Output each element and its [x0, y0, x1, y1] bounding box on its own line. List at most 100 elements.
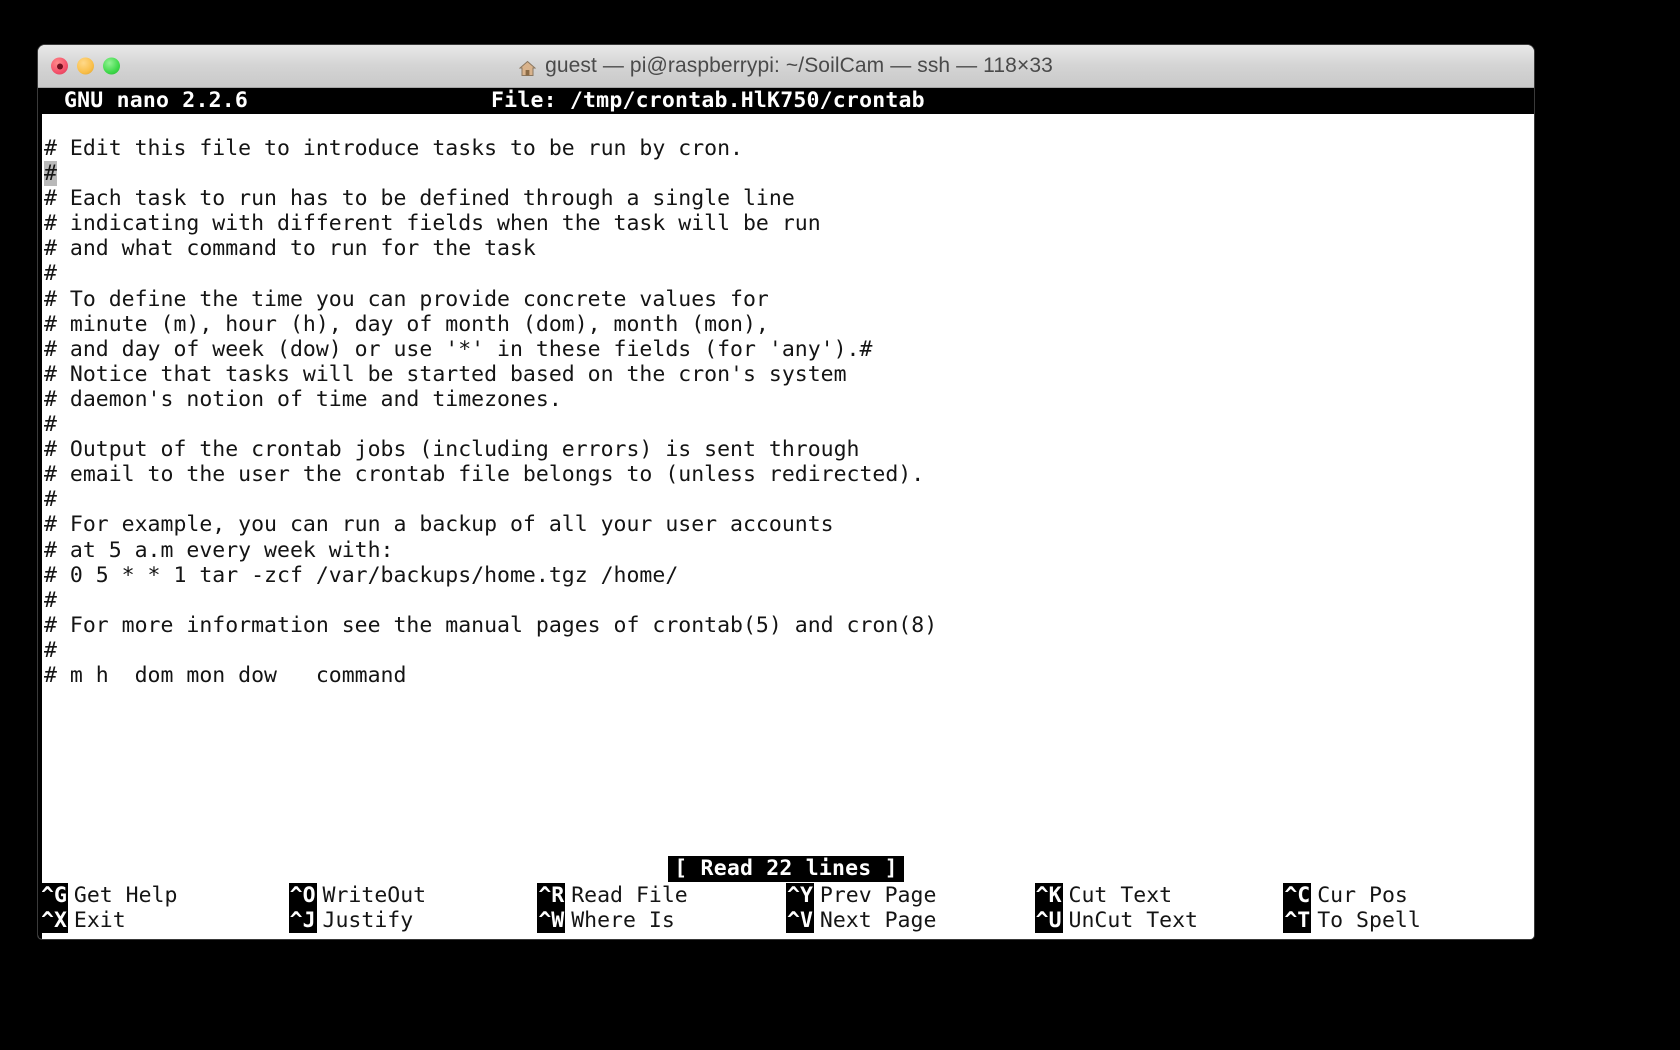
shortcut-to-spell[interactable]: ^T To Spell — [1283, 907, 1532, 933]
shortcut-column: ^O WriteOut ^J Justify — [288, 882, 538, 933]
nano-status-message: [ Read 22 lines ] — [668, 855, 904, 882]
editor-line-text: # Output of the crontab jobs (including … — [44, 437, 860, 463]
shortcut-read-file[interactable]: ^R Read File — [537, 882, 786, 908]
window-title: guest — pi@raspberrypi: ~/SoilCam — ssh … — [518, 54, 1053, 78]
editor-line-text: # For example, you can run a backup of a… — [44, 512, 834, 538]
editor-line: # email to the user the crontab file bel… — [42, 462, 1534, 487]
nano-shortcut-bar: ^G Get Help ^X Exit ^O WriteOut ^J Justi… — [38, 882, 1534, 939]
shortcut-justify[interactable]: ^J Justify — [288, 907, 538, 933]
editor-line: # Notice that tasks will be started base… — [42, 362, 1534, 387]
shortcut-label: Get Help — [73, 882, 178, 908]
editor-line-text: # and what command to run for the task — [44, 236, 536, 262]
editor-line-text: # — [44, 587, 57, 613]
shortcut-key: ^T — [1283, 907, 1312, 933]
nano-file-label: File: /tmp/crontab.HlK750/crontab — [491, 88, 925, 113]
shortcut-key: ^X — [40, 907, 68, 933]
shortcut-where-is[interactable]: ^W Where Is — [537, 907, 786, 933]
shortcut-label: Read File — [571, 882, 688, 908]
shortcut-column: ^G Get Help ^X Exit — [40, 882, 289, 933]
shortcut-key: ^O — [288, 882, 317, 908]
shortcut-key: ^R — [537, 882, 566, 908]
shortcut-column: ^K Cut Text ^U UnCut Text — [1034, 882, 1284, 933]
shortcut-label: To Spell — [1317, 907, 1421, 933]
shortcut-writeout[interactable]: ^O WriteOut — [288, 882, 538, 908]
editor-line: # minute (m), hour (h), day of month (do… — [42, 312, 1534, 337]
editor-line: # m h dom mon dow command — [42, 663, 1534, 688]
editor-line-text: # 0 5 * * 1 tar -zcf /var/backups/home.t… — [44, 562, 679, 588]
editor-line-text: # at 5 a.m every week with: — [44, 537, 394, 563]
shortcut-exit[interactable]: ^X Exit — [40, 907, 289, 933]
shortcut-key: ^K — [1034, 882, 1063, 908]
editor-line-text: # and day of week (dow) or use '*' in th… — [44, 336, 873, 362]
window-controls — [51, 57, 120, 75]
editor-line: # For example, you can run a backup of a… — [42, 512, 1534, 537]
editor-line-text: # For more information see the manual pa… — [44, 612, 938, 638]
text-cursor: # — [44, 161, 57, 187]
editor-line: # — [42, 261, 1534, 286]
window-title-text: guest — pi@raspberrypi: ~/SoilCam — ssh … — [545, 54, 1053, 77]
terminal-window: guest — pi@raspberrypi: ~/SoilCam — ssh … — [38, 45, 1534, 939]
shortcut-label: Prev Page — [819, 882, 937, 908]
shortcut-column: ^Y Prev Page ^V Next Page — [786, 882, 1035, 933]
shortcut-label: Next Page — [819, 907, 937, 933]
shortcut-label: Cut Text — [1068, 882, 1173, 908]
nano-version-label: GNU nano 2.2.6 — [64, 88, 249, 113]
nano-header-bar: GNU nano 2.2.6 File: /tmp/crontab.HlK750… — [38, 88, 1534, 114]
editor-line: # — [42, 487, 1534, 512]
shortcut-label: Where Is — [571, 907, 675, 933]
editor-line-text: # daemon's notion of time and timezones. — [44, 386, 562, 412]
editor-line: # For more information see the manual pa… — [42, 613, 1534, 638]
editor-line: # daemon's notion of time and timezones. — [42, 387, 1534, 412]
editor-line: # at 5 a.m every week with: — [42, 538, 1534, 563]
shortcut-column: ^C Cur Pos ^T To Spell — [1283, 882, 1532, 933]
editor-line: # Each task to run has to be defined thr… — [42, 186, 1534, 211]
editor-line-text: # — [44, 487, 57, 513]
editor-line: # — [42, 412, 1534, 437]
nano-editor-area[interactable]: # Edit this file to introduce tasks to b… — [38, 114, 1534, 855]
window-titlebar[interactable]: guest — pi@raspberrypi: ~/SoilCam — ssh … — [38, 45, 1534, 88]
close-button[interactable] — [51, 57, 68, 75]
editor-line-text: # Notice that tasks will be started base… — [44, 361, 847, 387]
home-icon — [518, 59, 537, 76]
editor-line-text: # To define the time you can provide con… — [44, 286, 769, 312]
shortcut-key: ^G — [40, 882, 68, 908]
maximize-button[interactable] — [103, 57, 120, 75]
editor-line-text: # Edit this file to introduce tasks to b… — [44, 136, 743, 161]
editor-line-text: # — [44, 412, 57, 438]
editor-line: # — [42, 638, 1534, 663]
editor-line-text: # minute (m), hour (h), day of month (do… — [44, 311, 769, 337]
shortcut-label: Exit — [73, 907, 126, 933]
shortcut-cur-pos[interactable]: ^C Cur Pos — [1283, 882, 1532, 908]
shortcut-key: ^J — [288, 907, 317, 933]
editor-line: # and what command to run for the task — [42, 236, 1534, 261]
editor-line-cursor: # — [42, 161, 1534, 187]
shortcut-key: ^Y — [786, 882, 814, 908]
editor-line: # 0 5 * * 1 tar -zcf /var/backups/home.t… — [42, 563, 1534, 588]
editor-line: # Edit this file to introduce tasks to b… — [42, 136, 1534, 161]
editor-line-text: # indicating with different fields when … — [44, 211, 821, 237]
editor-line: # To define the time you can provide con… — [42, 287, 1534, 312]
shortcut-key: ^V — [786, 907, 814, 933]
shortcut-key: ^U — [1034, 907, 1063, 933]
editor-line-text: # m h dom mon dow command — [44, 662, 407, 688]
editor-line: # — [42, 588, 1534, 613]
terminal-content[interactable]: GNU nano 2.2.6 File: /tmp/crontab.HlK750… — [38, 88, 1534, 939]
shortcut-label: Cur Pos — [1317, 882, 1408, 908]
shortcut-uncut-text[interactable]: ^U UnCut Text — [1034, 907, 1284, 933]
shortcut-next-page[interactable]: ^V Next Page — [786, 907, 1035, 933]
shortcut-cut-text[interactable]: ^K Cut Text — [1034, 882, 1284, 908]
editor-line-text: # — [44, 637, 57, 663]
shortcut-column: ^R Read File ^W Where Is — [537, 882, 786, 933]
minimize-button[interactable] — [77, 57, 94, 75]
shortcut-key: ^W — [537, 907, 566, 933]
editor-line-text: # Each task to run has to be defined thr… — [44, 186, 795, 212]
shortcut-prev-page[interactable]: ^Y Prev Page — [786, 882, 1035, 908]
editor-line-text: # email to the user the crontab file bel… — [44, 462, 925, 488]
shortcut-label: WriteOut — [322, 882, 427, 908]
shortcut-key: ^C — [1283, 882, 1312, 908]
editor-line: # and day of week (dow) or use '*' in th… — [42, 337, 1534, 362]
shortcut-label: UnCut Text — [1068, 907, 1198, 933]
editor-line: # Output of the crontab jobs (including … — [42, 437, 1534, 462]
nano-status-area: [ Read 22 lines ] — [38, 855, 1534, 883]
shortcut-get-help[interactable]: ^G Get Help — [40, 882, 289, 908]
